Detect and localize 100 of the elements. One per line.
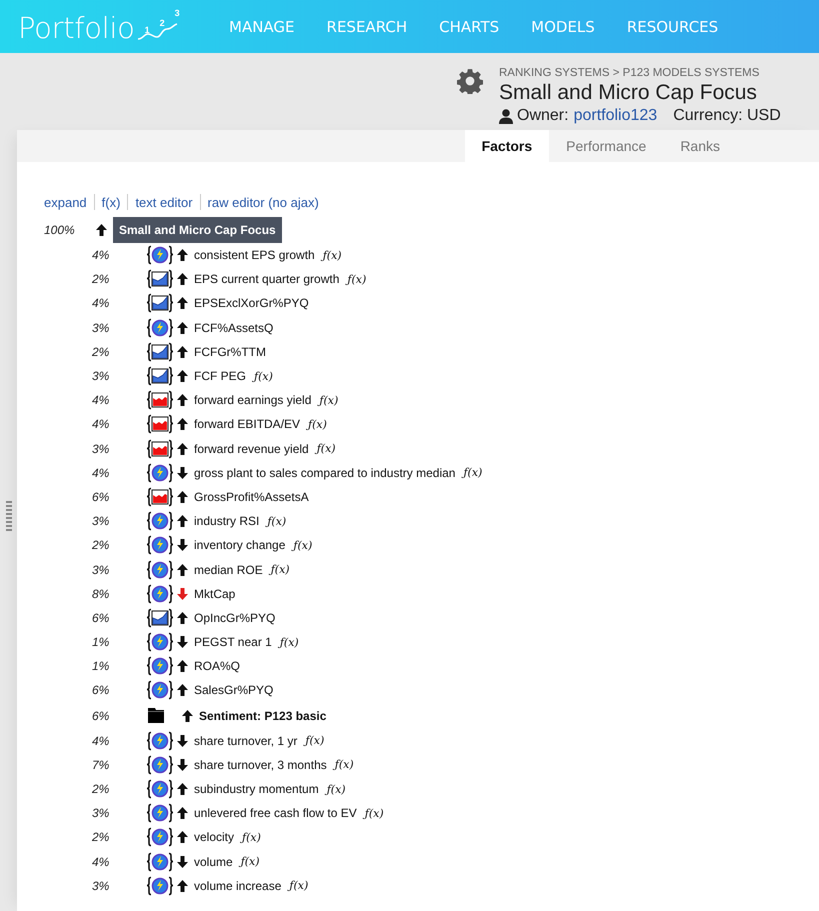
formula-mark: ƒ(x) xyxy=(463,466,482,480)
toolbar-link[interactable]: text editor xyxy=(128,194,200,210)
weight-value: 4% xyxy=(92,466,110,480)
formula-mark: ƒ(x) xyxy=(240,855,260,868)
factor-name[interactable]: Sentiment: P123 basic xyxy=(199,708,326,723)
factor-name[interactable]: share turnover, 3 months xyxy=(194,758,327,772)
factor-name[interactable]: forward revenue yield xyxy=(194,442,309,456)
formula-globe-icon xyxy=(146,584,174,604)
formula-chart-icon xyxy=(146,486,174,507)
formula-mark: ƒ(x) xyxy=(305,734,324,748)
factor-name[interactable]: SalesGr%PYQ xyxy=(194,683,274,698)
toolbar-link[interactable]: expand xyxy=(44,194,94,210)
weight-value: 100% xyxy=(44,223,76,237)
weight-value: 4% xyxy=(92,296,110,310)
formula-globe-icon xyxy=(146,680,174,700)
logo-digit: 1 xyxy=(144,26,150,34)
factor-name[interactable]: FCF%AssetsQ xyxy=(194,320,274,335)
factor-name[interactable]: FCF PEG xyxy=(194,369,246,384)
weight-value: 3% xyxy=(92,369,110,384)
formula-globe-icon xyxy=(146,754,174,775)
owner-label: Owner: xyxy=(517,107,569,125)
folder-icon xyxy=(148,708,164,724)
toolbar-link[interactable]: raw editor (no ajax) xyxy=(200,194,326,210)
factor-name[interactable]: forward EBITDA/EV xyxy=(194,417,300,432)
formula-mark: ƒ(x) xyxy=(347,272,366,286)
ranking-system-label[interactable]: Small and Micro Cap Focus xyxy=(113,217,282,243)
factor-name[interactable]: OpIncGr%PYQ xyxy=(194,610,276,625)
formula-mark: ƒ(x) xyxy=(319,394,338,407)
owner-link[interactable]: portfolio123 xyxy=(574,107,658,125)
weight-value: 6% xyxy=(92,683,110,698)
formula-mark: ƒ(x) xyxy=(308,418,327,431)
weight-value: 4% xyxy=(92,248,110,262)
factor-name[interactable]: unlevered free cash flow to EV xyxy=(194,806,357,820)
factor-name[interactable]: forward earnings yield xyxy=(194,393,312,408)
weight-value: 4% xyxy=(92,854,110,869)
formula-globe-icon xyxy=(146,730,174,751)
formula-globe-icon xyxy=(146,560,174,580)
factor-name[interactable]: industry RSI xyxy=(194,514,260,528)
weight-value: 3% xyxy=(92,878,110,893)
formula-chart-icon xyxy=(146,390,174,410)
formula-globe-icon xyxy=(146,827,174,848)
formula-chart-icon xyxy=(146,366,174,386)
factor-name[interactable]: ROA%Q xyxy=(194,659,240,674)
formula-chart-icon xyxy=(146,608,174,628)
weight-value: 6% xyxy=(92,708,110,723)
formula-mark: ƒ(x) xyxy=(289,879,308,892)
formula-mark: ƒ(x) xyxy=(334,758,354,772)
weight-value: 2% xyxy=(92,782,110,796)
formula-globe-icon xyxy=(146,632,174,652)
factor-name[interactable]: volume xyxy=(194,854,233,869)
logo-digit: 2 xyxy=(160,18,165,28)
weight-value: 4% xyxy=(92,417,110,432)
breadcrumb[interactable]: RANKING SYSTEMS > P123 MODELS SYSTEMS xyxy=(499,66,781,80)
formula-globe-icon xyxy=(146,245,174,266)
factor-name[interactable]: share turnover, 1 yr xyxy=(194,734,298,748)
currency-label: Currency: USD xyxy=(673,107,781,125)
factor-name[interactable]: volume increase xyxy=(194,878,282,893)
weight-value: 8% xyxy=(92,586,110,601)
formula-mark: ƒ(x) xyxy=(270,563,290,576)
weight-value: 6% xyxy=(92,490,110,504)
tab[interactable]: Ranks xyxy=(663,130,737,162)
factor-name[interactable]: inventory change xyxy=(194,538,286,552)
tab[interactable]: Performance xyxy=(549,130,664,162)
weight-value: 2% xyxy=(92,830,110,844)
weight-value: 2% xyxy=(92,272,110,286)
formula-mark: ƒ(x) xyxy=(364,806,384,820)
factor-name[interactable]: velocity xyxy=(194,830,234,844)
weight-value: 4% xyxy=(92,393,110,408)
page-title: Small and Micro Cap Focus xyxy=(499,80,758,106)
formula-chart-icon xyxy=(146,342,174,362)
factor-name[interactable]: EPS current quarter growth xyxy=(194,272,340,286)
formula-globe-icon xyxy=(146,656,174,676)
toolbar-link[interactable]: f(x) xyxy=(94,194,128,210)
formula-chart-icon xyxy=(146,269,174,290)
weight-value: 2% xyxy=(92,538,110,552)
weight-value: 3% xyxy=(92,514,110,528)
factor-name[interactable]: EPSExclXorGr%PYQ xyxy=(194,296,309,310)
formula-mark: ƒ(x) xyxy=(316,442,336,456)
factor-name[interactable]: GrossProfit%AssetsA xyxy=(194,490,309,504)
user-icon xyxy=(499,108,513,124)
formula-globe-icon xyxy=(146,462,174,483)
formula-globe-icon xyxy=(146,803,174,824)
logo-digit: 3 xyxy=(174,8,180,18)
factor-name[interactable]: median ROE xyxy=(194,562,263,577)
factor-name[interactable]: MktCap xyxy=(194,586,236,601)
factor-name[interactable]: consistent EPS growth xyxy=(194,248,315,262)
formula-globe-icon xyxy=(146,876,174,896)
formula-globe-icon xyxy=(146,511,174,532)
factor-name[interactable]: subindustry momentum xyxy=(194,782,319,796)
factor-name[interactable]: FCFGr%TTM xyxy=(194,344,266,359)
resize-handle[interactable] xyxy=(6,500,12,530)
factor-name[interactable]: PEGST near 1 xyxy=(194,635,272,650)
weight-value: 1% xyxy=(92,635,110,650)
formula-mark: ƒ(x) xyxy=(254,370,273,383)
formula-mark: ƒ(x) xyxy=(326,782,346,796)
factor-name[interactable]: gross plant to sales compared to industry median xyxy=(194,466,456,480)
formula-chart-icon xyxy=(146,414,174,434)
formula-mark: ƒ(x) xyxy=(242,830,261,844)
settings-icon[interactable] xyxy=(457,68,483,94)
tab[interactable]: Factors xyxy=(464,130,550,162)
